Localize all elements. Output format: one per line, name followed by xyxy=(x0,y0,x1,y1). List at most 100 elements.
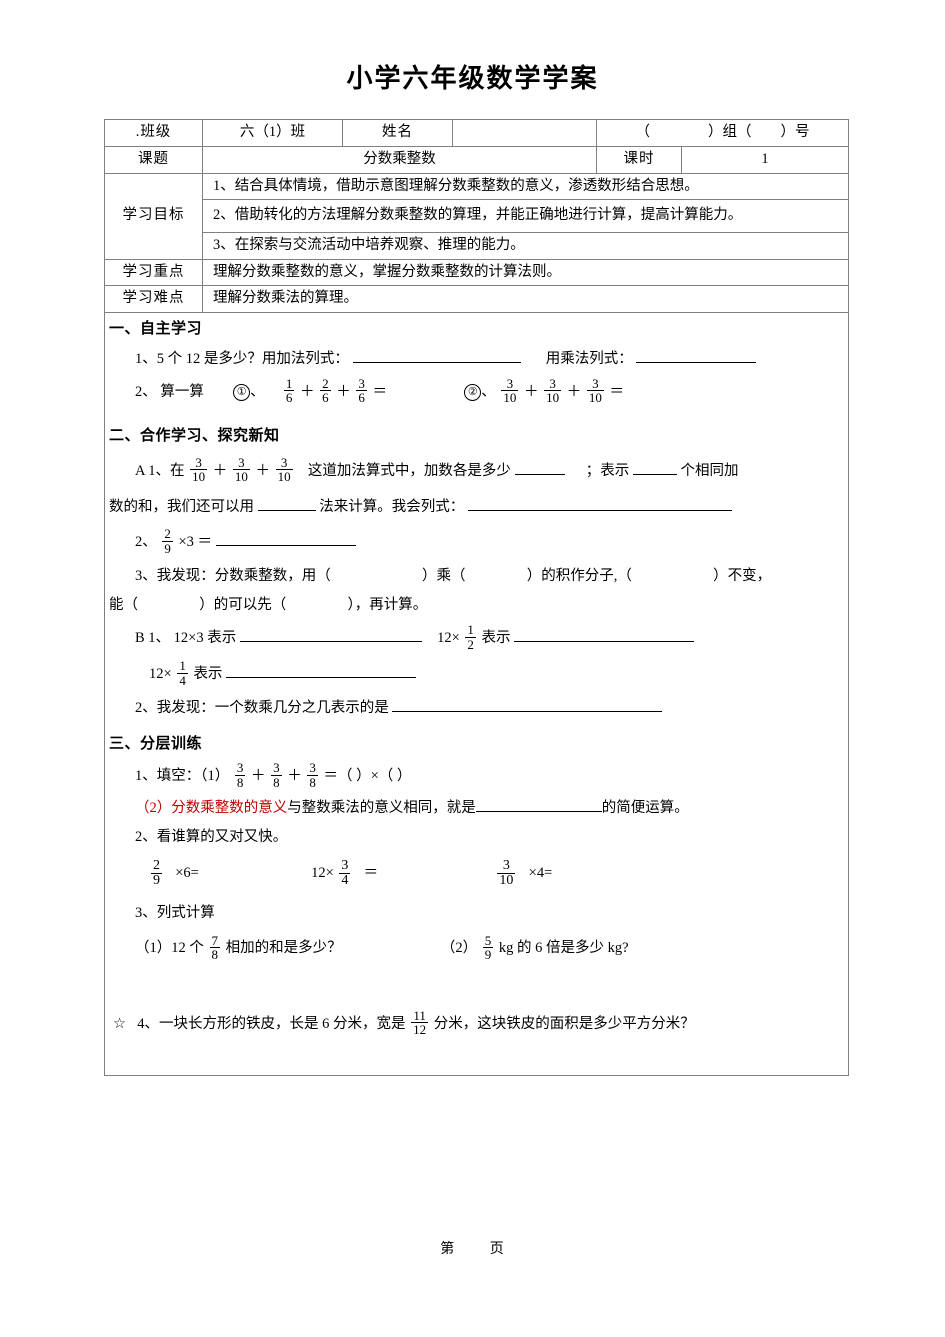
fraction-3-10: 3 10 xyxy=(586,375,604,406)
period-value[interactable]: 1 xyxy=(681,145,849,174)
b1-second-a: 12× xyxy=(437,629,460,646)
page-title: 小学六年级数学学案 xyxy=(346,64,599,94)
section-3-q1-line2: （2）分数乘整数的意义与整数乘法的意义相同，就是 的简便运算。 xyxy=(135,794,848,823)
operator-plus: ＋ xyxy=(300,383,315,400)
keypoint-label: 学习重点 xyxy=(104,258,203,287)
a3-line2a: 能（ xyxy=(109,596,138,613)
b1-blank-1[interactable] xyxy=(239,626,422,642)
q1-blank-addition[interactable] xyxy=(352,347,521,363)
a1-line2-b: 法来计算。我会列式： xyxy=(319,498,465,515)
q1b-red-text: （2）分数乘整数的意义 xyxy=(135,800,288,817)
item-sep: 、 xyxy=(250,383,265,400)
objective-item: 3、在探索与交流活动中培养观察、推理的能力。 xyxy=(202,231,849,260)
q3a-prefix: （1）12 个 xyxy=(135,940,204,957)
a3-l1d: ）不变， xyxy=(713,567,772,584)
q3a-tail: 相加的和是多少？ xyxy=(225,940,342,957)
class-value[interactable]: 六（1）班 xyxy=(202,119,343,147)
operator-plus: ＋ xyxy=(336,383,351,400)
calc-3-tail[interactable]: ×4= xyxy=(529,865,553,881)
item-marker-2: ② xyxy=(464,383,482,401)
name-label: 姓名 xyxy=(342,119,453,147)
section-3-q4: ☆ 4、一块长方形的铁皮，长是 6 分米，宽是 11 12 分米，这块铁皮的面积是… xyxy=(113,1009,848,1039)
a3-line2b: ）的可以先（ xyxy=(199,596,287,613)
table-row-objective-2: 2、借助转化的方法理解分数乘整数的算理，并能正确地进行计算，提高计算能力。 xyxy=(105,199,849,233)
q2-prefix: 2、 算一算 xyxy=(135,383,204,400)
section-2-a1-line2: 数的和，我们还可以用 法来计算。我会列式： xyxy=(109,491,848,524)
table-row-keypoint: 学习重点 理解分数乘整数的意义，掌握分数乘整数的计算法则。 xyxy=(104,258,849,287)
q4-tail: 分米，这块铁皮的面积是多少平方分米？ xyxy=(433,1015,695,1032)
a1-blank-expression[interactable] xyxy=(467,495,732,511)
calc-2-head: 12× xyxy=(311,865,334,882)
table-row-objective-1: 学习目标 1、结合具体情境，借助示意图理解分数乘整数的意义，渗透数形结合思想。 xyxy=(104,172,849,260)
fraction-1-4: 14 xyxy=(177,658,188,688)
page-footer: 第 页 xyxy=(440,1242,505,1257)
fraction-3-4: 34 xyxy=(339,857,351,889)
q3b-tail: kg 的 6 倍是多少 kg? xyxy=(498,940,629,957)
star-icon: ☆ xyxy=(113,1015,126,1032)
q1-tail[interactable]: ＝（ ）×（ ） xyxy=(324,768,412,784)
table-row-objective-3: 3、在探索与交流活动中培养观察、推理的能力。 xyxy=(105,231,849,260)
a2-blank-answer[interactable] xyxy=(215,531,356,547)
fraction-2-9: 29 xyxy=(151,857,162,889)
table-row-class-info: .班级 六（1）班 姓名 （ ）组（ ）号 xyxy=(104,119,849,147)
objectives-label: 学习目标 xyxy=(104,172,203,260)
section-3-heading: 三、分层训练 xyxy=(109,735,203,752)
a1-blank-addends[interactable] xyxy=(514,459,565,475)
q1-prefix: 1、填空：（1） xyxy=(135,768,230,785)
q1-blank-multiplication[interactable] xyxy=(636,347,757,363)
b1-blank-2[interactable] xyxy=(514,626,695,642)
section-2-b1-line1: B 1、 12×3 表示 12× 12 表示 xyxy=(135,620,848,656)
b1-third-b: 表示 xyxy=(193,666,223,683)
table-row-worksheet-body: 一、自主学习 1、5 个 12 是多少？用加法列式： 用乘法列式： 2、 算一算 xyxy=(104,312,849,1076)
a3-l1b: ）乘（ xyxy=(422,567,466,584)
calc-1-tail[interactable]: ×6= xyxy=(175,865,199,881)
section-1-question-2: 2、 算一算 ①、 16 ＋ 26 ＋ 36 ＝ ②、 3 10 ＋ 3 10 … xyxy=(135,374,848,412)
section-2-a3-line2: 能（ ）的可以先（ ），再计算。 xyxy=(109,591,848,620)
difficulty-value: 理解分数乘法的算理。 xyxy=(202,285,849,314)
fraction-3-8: 38 xyxy=(271,760,282,791)
q1-mid: 用乘法列式： xyxy=(545,350,633,367)
section-2-a2: 2、 29 ×3 ＝ xyxy=(135,524,848,562)
a2-prefix: 2、 xyxy=(135,534,157,551)
fraction-11-12: 11 12 xyxy=(411,1007,429,1038)
a1-semicolon: ；表示 xyxy=(585,462,630,479)
fraction-3-10: 3 10 xyxy=(190,454,208,485)
b2-blank[interactable] xyxy=(392,696,663,712)
a1-blank-count[interactable] xyxy=(632,459,677,475)
difficulty-label: 学习难点 xyxy=(104,285,203,314)
fraction-3-10: 3 10 xyxy=(501,375,519,406)
keypoint-value: 理解分数乘整数的意义，掌握分数乘整数的计算法则。 xyxy=(202,258,849,287)
q1b-blank[interactable] xyxy=(475,797,602,813)
fraction-3-10: 3 10 xyxy=(275,454,293,485)
group-seat-value[interactable]: （ ）组（ ）号 xyxy=(596,119,849,147)
period-label: 课时 xyxy=(596,145,682,174)
objective-item: 1、结合具体情境，借助示意图理解分数乘整数的意义，渗透数形结合思想。 xyxy=(202,172,849,201)
section-3-q1-line1: 1、填空：（1） 38 ＋ 38 ＋ 38 ＝（ ）×（ ） xyxy=(135,759,848,794)
operator-plus: ＋ xyxy=(212,462,228,479)
b1-third-a: 12× xyxy=(149,666,172,683)
calc-2-tail[interactable]: ＝ xyxy=(364,865,379,881)
fraction-3-6: 36 xyxy=(356,375,367,406)
b1-second-b: 表示 xyxy=(481,629,511,646)
section-3-q2-heading: 2、看谁算的又对又快。 xyxy=(135,829,288,846)
section-3-q3-heading: 3、列式计算 xyxy=(135,904,215,921)
b1-prefix: B 1、 12×3 表示 xyxy=(135,629,237,646)
b1-blank-3[interactable] xyxy=(226,663,417,679)
section-2-a3-line1: 3、我发现：分数乘整数，用（ ）乘（ ）的积作分子,（ ）不变， xyxy=(135,562,848,591)
section-3-calc-row: 29 ×6= 12× 34 ＝ 3 10 ×4= xyxy=(149,852,848,896)
q1-prefix: 1、5 个 12 是多少？用加法列式： xyxy=(135,350,349,367)
q3b-prefix: （2） xyxy=(440,940,478,957)
a1-blank-method[interactable] xyxy=(257,495,316,511)
fraction-3-10: 3 10 xyxy=(232,454,250,485)
fraction-5-9: 59 xyxy=(482,932,494,963)
section-3-q3-row: （1）12 个 78 相加的和是多少？ （2） 59 kg 的 6 倍是多少 k… xyxy=(135,930,848,966)
b2-text: 2、我发现：一个数乘几分之几表示的是 xyxy=(135,699,389,716)
section-2-b1-line2: 12× 14 表示 xyxy=(149,656,848,694)
name-value[interactable] xyxy=(452,119,597,147)
operator-equals: ＝ xyxy=(372,383,388,400)
topic-value[interactable]: 分数乘整数 xyxy=(202,145,597,174)
worksheet-body-cell: 一、自主学习 1、5 个 12 是多少？用加法列式： 用乘法列式： 2、 算一算 xyxy=(104,312,849,1076)
a1-mid: 这道加法算式中，加数各是多少 xyxy=(307,462,511,479)
q4-prefix: 4、一块长方形的铁皮，长是 6 分米，宽是 xyxy=(137,1015,406,1032)
fraction-3-10: 3 10 xyxy=(497,857,516,889)
